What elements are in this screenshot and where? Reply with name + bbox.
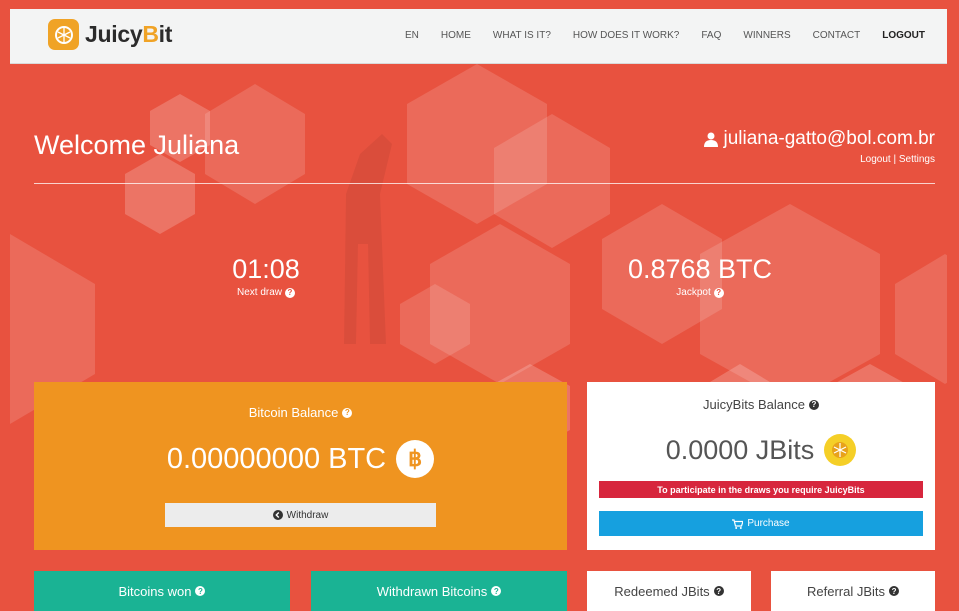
- help-icon[interactable]: ?: [889, 586, 900, 596]
- jackpot-label: Jackpot: [676, 287, 711, 298]
- juicybits-balance-amount: 0.0000 JBits: [665, 434, 815, 465]
- bitcoin-icon: ฿: [396, 440, 435, 478]
- help-icon[interactable]: ?: [195, 586, 206, 596]
- user-email: juliana-gatto@bol.com.br: [723, 128, 935, 149]
- purchase-label: Purchase: [747, 518, 790, 529]
- bitcoin-balance-amount: 0.00000000 BTC: [166, 442, 387, 475]
- nav-item-winners[interactable]: WINNERS: [743, 30, 790, 41]
- nav-item-contact[interactable]: CONTACT: [813, 30, 861, 41]
- purchase-button[interactable]: Purchase: [599, 511, 923, 536]
- help-icon[interactable]: ?: [342, 407, 353, 418]
- settings-link[interactable]: Settings: [899, 154, 935, 165]
- help-icon[interactable]: ?: [285, 287, 295, 298]
- top-navbar: JuicyBit EN HOME WHAT IS IT? HOW DOES IT…: [10, 9, 947, 64]
- redeemed-jbits-tile[interactable]: Redeemed JBits?: [587, 571, 751, 611]
- next-draw-stat: 01:08 Next draw?: [226, 254, 306, 298]
- nav-links: EN HOME WHAT IS IT? HOW DOES IT WORK? FA…: [405, 30, 925, 41]
- jackpot-stat: 0.8768 BTC Jackpot?: [620, 254, 780, 298]
- withdrawn-bitcoins-label: Withdrawn Bitcoins: [376, 583, 488, 599]
- nav-item-language[interactable]: EN: [405, 30, 419, 41]
- logout-link[interactable]: Logout: [860, 154, 891, 165]
- divider: [34, 183, 935, 184]
- next-draw-label: Next draw: [236, 287, 282, 298]
- bitcoin-balance-title: Bitcoin Balance: [248, 405, 339, 420]
- user-account: juliana-gatto@bol.com.br Logout | Settin…: [704, 128, 935, 165]
- juicybits-balance-title: JuicyBits Balance: [703, 397, 805, 412]
- nav-item-home[interactable]: HOME: [441, 30, 471, 41]
- jbits-required-alert: To participate in the draws you require …: [599, 481, 923, 498]
- referral-jbits-tile[interactable]: Referral JBits?: [771, 571, 935, 611]
- help-icon[interactable]: ?: [808, 399, 819, 410]
- next-draw-timer: 01:08: [232, 254, 300, 284]
- jackpot-value: 0.8768 BTC: [627, 254, 773, 284]
- help-icon[interactable]: ?: [491, 586, 502, 596]
- cart-icon: [732, 518, 744, 529]
- welcome-heading: Welcome Juliana: [34, 130, 240, 160]
- withdraw-label: Withdraw: [286, 509, 329, 521]
- withdraw-button[interactable]: Withdraw: [165, 503, 436, 527]
- bitcoins-won-tile[interactable]: Bitcoins won?: [34, 571, 290, 611]
- nav-item-logout[interactable]: LOGOUT: [882, 30, 925, 41]
- brand-logo[interactable]: JuicyBit: [48, 19, 172, 50]
- nav-item-faq[interactable]: FAQ: [701, 30, 721, 41]
- orange-slice-icon: [48, 19, 79, 50]
- arrow-circle-icon: [272, 510, 283, 520]
- link-separator: |: [893, 154, 897, 165]
- redeemed-jbits-label: Redeemed JBits: [614, 583, 710, 599]
- juicybits-balance-card: JuicyBits Balance? 0.0000 JBits To parti…: [587, 382, 935, 550]
- nav-item-how-does-it-work[interactable]: HOW DOES IT WORK?: [573, 30, 680, 41]
- bitcoins-won-label: Bitcoins won: [118, 583, 192, 599]
- jbit-coin-icon: [824, 434, 857, 466]
- referral-jbits-label: Referral JBits: [806, 583, 886, 599]
- user-icon: [704, 132, 719, 147]
- bitcoin-balance-card: Bitcoin Balance? 0.00000000 BTC ฿ Withdra…: [34, 382, 567, 550]
- nav-item-what-is-it[interactable]: WHAT IS IT?: [493, 30, 551, 41]
- brand-name: JuicyBit: [85, 21, 173, 47]
- help-icon[interactable]: ?: [713, 287, 724, 298]
- help-icon[interactable]: ?: [713, 586, 724, 596]
- withdrawn-bitcoins-tile[interactable]: Withdrawn Bitcoins?: [311, 571, 567, 611]
